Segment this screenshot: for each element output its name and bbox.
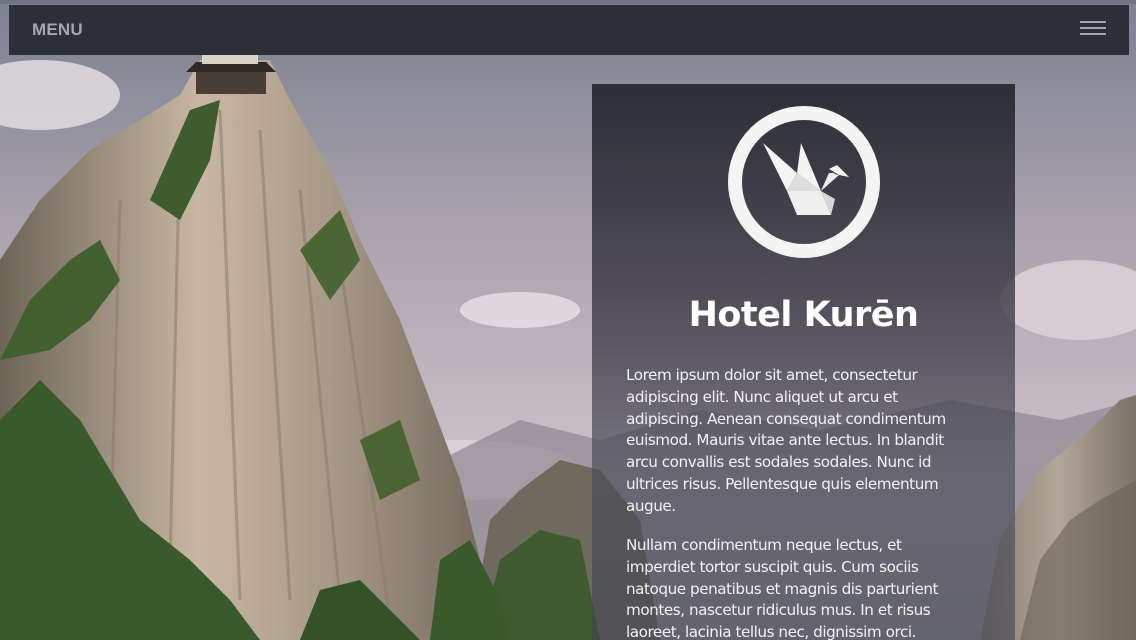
top-strip — [0, 0, 1136, 4]
menu-bar: MENU — [9, 5, 1129, 55]
hotel-title: Hotel Kurēn — [688, 295, 919, 335]
second-paragraph: Nullam condimentum neque lectus, et impe… — [626, 536, 939, 640]
hotel-info-card: Hotel Kurēn Lorem ipsum dolor sit amet, … — [592, 84, 1015, 640]
menu-button[interactable]: MENU — [32, 20, 83, 40]
hamburger-icon[interactable] — [1080, 21, 1106, 39]
origami-crane-icon — [728, 106, 880, 258]
intro-paragraph: Lorem ipsum dolor sit amet, consectetur … — [626, 366, 946, 515]
page: MENU Hotel Kurēn Lorem ipsum dolor sit a… — [0, 0, 1136, 640]
